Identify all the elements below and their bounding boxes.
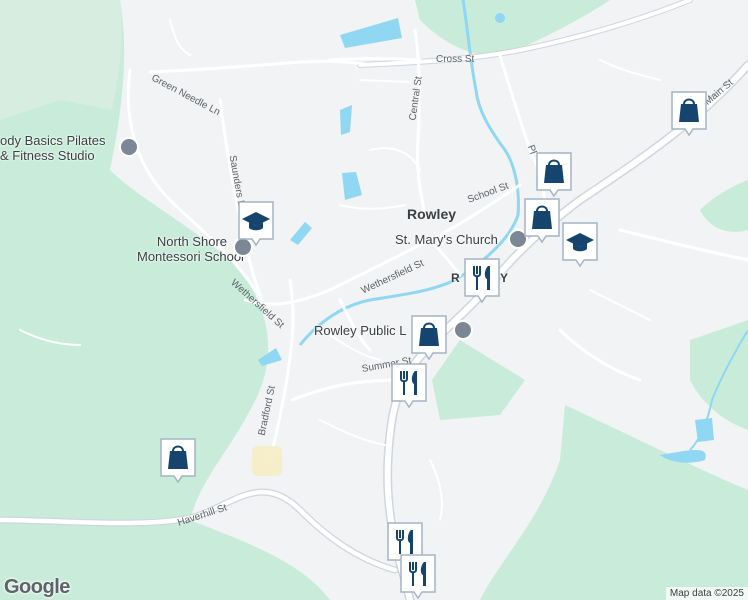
poi-label-montessori-line2: Montessori School xyxy=(137,249,244,264)
library-poi-icon[interactable] xyxy=(453,320,473,340)
poi-label-body-basics-line2: & Fitness Studio xyxy=(0,148,95,163)
poi-label-body-basics-line1: ody Basics Pilates xyxy=(0,133,106,148)
road-label-cross-st: Cross St xyxy=(436,54,475,65)
restaurant-marker-2[interactable] xyxy=(389,361,429,409)
map-canvas[interactable]: Rowley Cross St Green Needle Ln Central … xyxy=(0,0,748,600)
school-marker-2[interactable] xyxy=(560,220,600,268)
poi-label-rowley-public-library[interactable]: Rowley Public L xyxy=(314,323,407,338)
google-logo: Google xyxy=(4,576,70,598)
restaurant-marker-1[interactable] xyxy=(462,256,502,304)
fork-knife-icon xyxy=(391,363,427,409)
shopping-bag-icon xyxy=(671,91,707,137)
map-attribution[interactable]: Map data ©2025 xyxy=(665,587,748,600)
fork-knife-icon xyxy=(464,258,500,304)
poi-label-st-marys-church[interactable]: St. Mary's Church xyxy=(395,232,498,247)
graduation-cap-icon xyxy=(238,201,274,247)
shopping-bag-marker-1[interactable] xyxy=(669,89,709,137)
poi-label-montessori-line1: North Shore xyxy=(156,234,227,249)
poi-label-body-basics[interactable]: ody Basics Pilates & Fitness Studio xyxy=(0,133,106,163)
fitness-poi-icon[interactable] xyxy=(119,137,139,157)
fork-knife-icon xyxy=(400,554,436,600)
restaurant-marker-4[interactable] xyxy=(398,552,438,600)
school-marker-1[interactable] xyxy=(236,199,276,247)
shopping-bag-icon xyxy=(524,198,560,244)
map-base-layer xyxy=(0,0,748,600)
shopping-bag-marker-4[interactable] xyxy=(409,313,449,361)
graduation-cap-icon xyxy=(562,222,598,268)
shopping-bag-icon xyxy=(536,152,572,198)
poi-label-partial-r: R xyxy=(451,271,460,285)
shopping-bag-marker-3[interactable] xyxy=(522,196,562,244)
shopping-bag-marker-2[interactable] xyxy=(534,150,574,198)
poi-label-north-shore-montessori[interactable]: North Shore Montessori School xyxy=(137,234,244,264)
shopping-bag-icon xyxy=(411,315,447,361)
shopping-bag-marker-5[interactable] xyxy=(158,436,198,484)
shopping-bag-icon xyxy=(160,438,196,484)
place-label-rowley: Rowley xyxy=(407,206,457,222)
